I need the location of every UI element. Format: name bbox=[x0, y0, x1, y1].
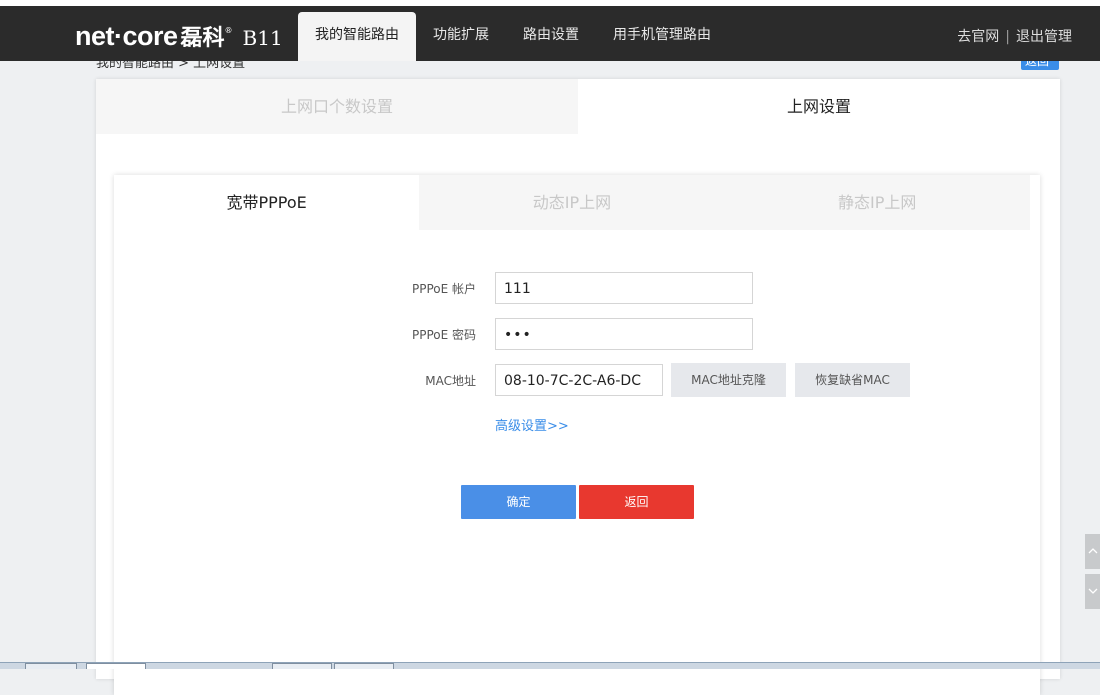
connection-type-tabs: 宽带PPPoE 动态IP上网 静态IP上网 bbox=[114, 175, 1030, 230]
brand-logo-cn: 磊科 bbox=[180, 26, 225, 51]
advanced-settings-link[interactable]: 高级设置>> bbox=[495, 415, 569, 434]
scroll-up-button[interactable] bbox=[1085, 534, 1100, 569]
pppoe-password-row: PPPoE 密码 ••• bbox=[114, 318, 1040, 352]
header-links: 去官网 | 退出管理 bbox=[957, 26, 1072, 46]
registered-mark: ® bbox=[224, 26, 233, 35]
taskbar-button[interactable] bbox=[334, 663, 394, 669]
nav-router-settings[interactable]: 路由设置 bbox=[506, 12, 596, 61]
breadcrumb-text: 我的智能路由 > 上网设置 bbox=[96, 61, 246, 69]
connection-type-panel: 宽带PPPoE 动态IP上网 静态IP上网 PPPoE 帐户 111 PPPoE… bbox=[114, 175, 1040, 695]
main-nav: 我的智能路由 功能扩展 路由设置 用手机管理路由 bbox=[298, 12, 728, 61]
internet-settings-panel: 上网口个数设置 上网设置 宽带PPPoE 动态IP上网 静态IP上网 PPPoE… bbox=[96, 79, 1060, 695]
pppoe-password-input[interactable]: ••• bbox=[495, 318, 753, 350]
mac-clone-button[interactable]: MAC地址克隆 bbox=[671, 363, 786, 397]
tab-wan-port-count[interactable]: 上网口个数设置 bbox=[96, 79, 578, 134]
router-model: B11 bbox=[242, 26, 283, 50]
taskbar-button[interactable] bbox=[272, 663, 332, 669]
brand-logo: net·core 磊科 ® B11 bbox=[75, 20, 283, 51]
back-top-label: 返回 bbox=[1025, 61, 1050, 68]
mac-address-row: MAC地址 08-10-7C-2C-A6-DC MAC地址克隆 恢复缺省MAC bbox=[114, 363, 1040, 398]
scroll-down-button[interactable] bbox=[1085, 574, 1100, 609]
nav-my-smart-router[interactable]: 我的智能路由 bbox=[298, 12, 416, 61]
tab-internet-settings[interactable]: 上网设置 bbox=[578, 79, 1060, 134]
tab-static-ip[interactable]: 静态IP上网 bbox=[724, 175, 1030, 230]
nav-mobile-management[interactable]: 用手机管理路由 bbox=[596, 12, 728, 61]
mac-restore-default-button[interactable]: 恢复缺省MAC bbox=[795, 363, 910, 397]
tab-dynamic-ip[interactable]: 动态IP上网 bbox=[419, 175, 725, 230]
logout-link[interactable]: 退出管理 bbox=[1016, 29, 1072, 45]
outer-tabs: 上网口个数设置 上网设置 bbox=[96, 79, 1060, 134]
pppoe-password-label: PPPoE 密码 bbox=[411, 328, 476, 342]
pppoe-account-input[interactable]: 111 bbox=[495, 272, 753, 304]
brand-logo-text: net·core bbox=[75, 21, 178, 51]
tab-pppoe[interactable]: 宽带PPPoE bbox=[114, 175, 420, 230]
taskbar-button[interactable] bbox=[25, 663, 77, 669]
top-header: net·core 磊科 ® B11 我的智能路由 功能扩展 路由设置 用手机管理… bbox=[0, 6, 1100, 61]
back-top-button[interactable]: 返回 bbox=[1021, 61, 1059, 70]
breadcrumb: 我的智能路由 > 上网设置 bbox=[96, 61, 1060, 69]
nav-feature-extension[interactable]: 功能扩展 bbox=[416, 12, 506, 61]
chevron-down-icon bbox=[1088, 588, 1098, 594]
header-link-separator: | bbox=[1005, 29, 1010, 45]
pppoe-account-label: PPPoE 帐户 bbox=[411, 282, 476, 296]
mac-address-input[interactable]: 08-10-7C-2C-A6-DC bbox=[495, 364, 663, 396]
taskbar-button-active[interactable] bbox=[86, 663, 146, 669]
mac-address-label: MAC地址 bbox=[425, 374, 476, 388]
back-button[interactable]: 返回 bbox=[579, 485, 694, 519]
official-site-link[interactable]: 去官网 bbox=[957, 29, 999, 45]
pppoe-account-row: PPPoE 帐户 111 bbox=[114, 272, 1040, 306]
chevron-up-icon bbox=[1088, 548, 1098, 554]
confirm-button[interactable]: 确定 bbox=[461, 485, 576, 519]
